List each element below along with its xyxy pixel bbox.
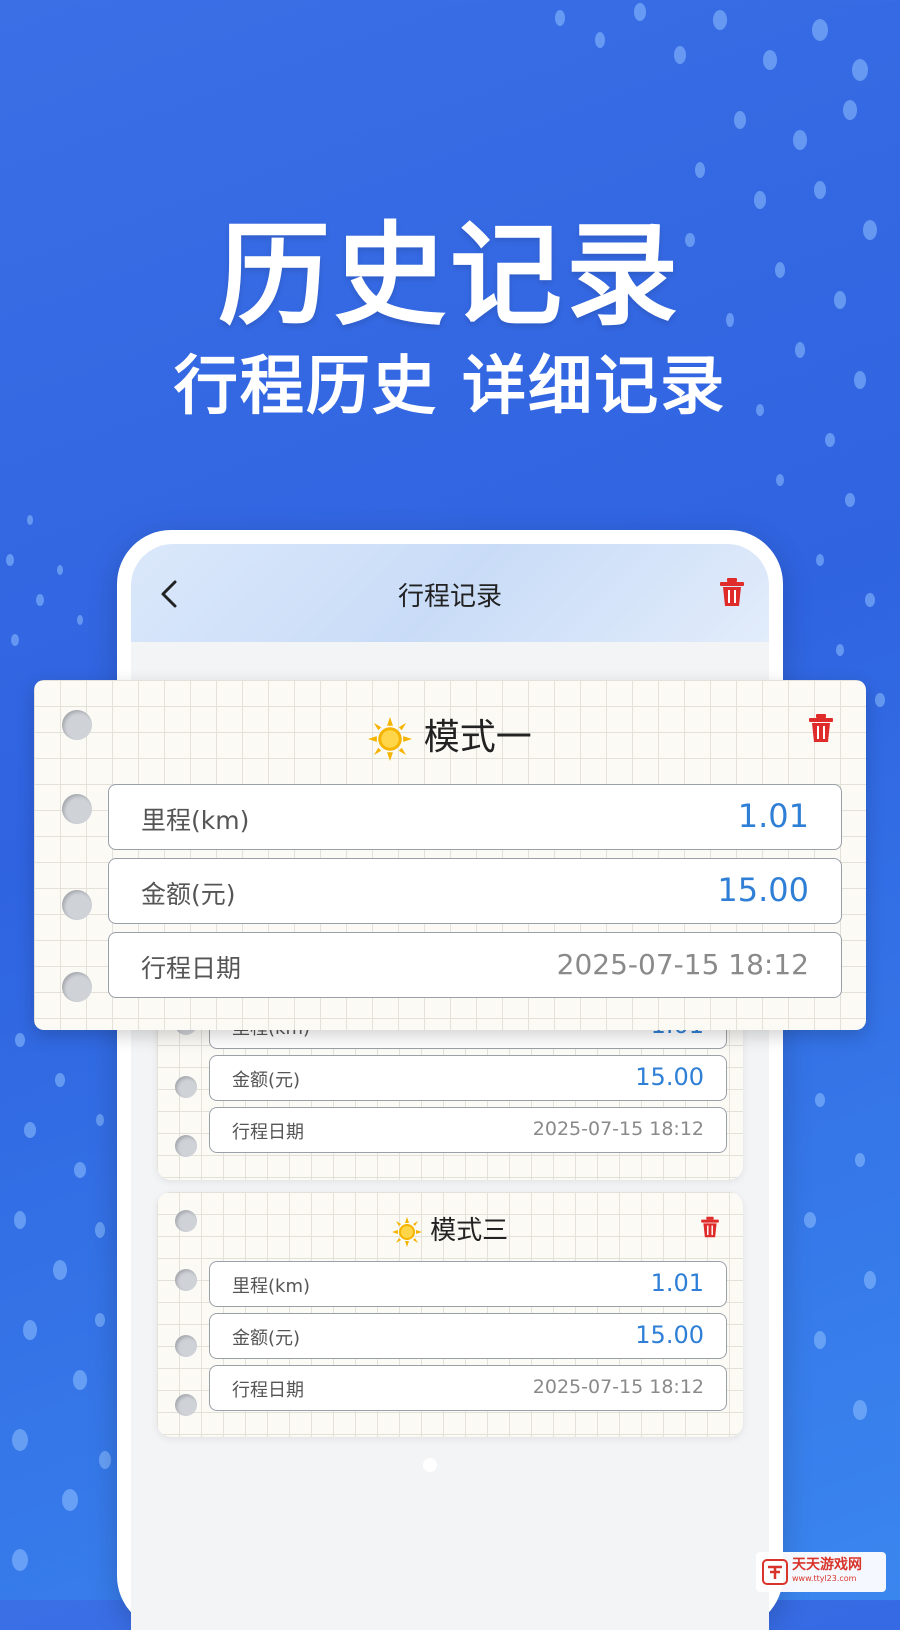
amount-row: 金额(元) 15.00 — [108, 858, 842, 924]
date-label: 行程日期 — [232, 1122, 304, 1143]
hero-subtitle: 行程历史 详细记录 — [173, 350, 727, 424]
mileage-row: 里程(km) 1.01 — [108, 784, 842, 850]
binder-hole — [175, 1394, 197, 1416]
amount-label: 金额(元) — [232, 1328, 301, 1349]
mode-name: 模式三 — [430, 1216, 509, 1246]
navigation-bar: 行程记录 — [131, 544, 769, 642]
page-title: 行程记录 — [397, 582, 502, 612]
amount-row: 金额(元) 15.00 — [209, 1055, 727, 1101]
date-value: 2025-07-15 18:12 — [532, 1118, 704, 1140]
date-label: 行程日期 — [141, 954, 242, 983]
amount-row: 金额(元) 15.00 — [209, 1313, 727, 1359]
card-title: 模式一 — [34, 708, 866, 761]
date-value: 2025-07-15 18:12 — [556, 948, 809, 981]
amount-value: 15.00 — [635, 1063, 704, 1091]
amount-value: 15.00 — [717, 871, 809, 909]
watermark-logo-icon — [762, 1559, 788, 1585]
mileage-label: 里程(km) — [232, 1276, 311, 1297]
trash-icon[interactable] — [806, 710, 836, 746]
binder-hole — [62, 890, 92, 920]
trash-icon[interactable] — [717, 576, 747, 608]
trip-card-3: 模式三 里程(km) 1.01 金额(元) 15.00 行程日期 2025-07… — [157, 1192, 743, 1437]
date-row: 行程日期 2025-07-15 18:12 — [209, 1365, 727, 1411]
binder-hole — [175, 1335, 197, 1357]
mileage-value: 1.01 — [737, 797, 809, 835]
date-value: 2025-07-15 18:12 — [532, 1376, 704, 1398]
mileage-value: 1.01 — [650, 1269, 704, 1297]
binder-hole — [175, 1076, 197, 1098]
amount-value: 15.00 — [635, 1321, 704, 1349]
date-label: 行程日期 — [232, 1380, 304, 1401]
watermark-url: www.ttyl23.com — [792, 1574, 857, 1583]
watermark-text: 天天游戏网 www.ttyl23.com — [792, 1558, 862, 1586]
date-row: 行程日期 2025-07-15 18:12 — [108, 932, 842, 998]
hero-title: 历史记录 — [218, 211, 682, 341]
binder-hole — [62, 972, 92, 1002]
date-row: 行程日期 2025-07-15 18:12 — [209, 1107, 727, 1153]
mileage-label: 里程(km) — [141, 806, 250, 835]
amount-label: 金额(元) — [232, 1070, 301, 1091]
page-indicator — [423, 1458, 437, 1472]
binder-hole — [175, 1269, 197, 1291]
watermark-name: 天天游戏网 — [792, 1557, 862, 1573]
binder-hole — [62, 794, 92, 824]
card-title: 模式三 — [157, 1210, 743, 1247]
trip-card-1: 模式一 里程(km) 1.01 金额(元) 15.00 行程日期 2025-07… — [34, 680, 866, 1030]
mileage-row: 里程(km) 1.01 — [209, 1261, 727, 1307]
trash-icon[interactable] — [699, 1214, 721, 1240]
sun-icon — [391, 1216, 422, 1247]
amount-label: 金额(元) — [141, 880, 236, 909]
watermark: 天天游戏网 www.ttyl23.com — [756, 1552, 886, 1592]
sun-icon — [368, 717, 413, 761]
binder-hole — [175, 1135, 197, 1157]
mode-name: 模式一 — [423, 717, 532, 758]
